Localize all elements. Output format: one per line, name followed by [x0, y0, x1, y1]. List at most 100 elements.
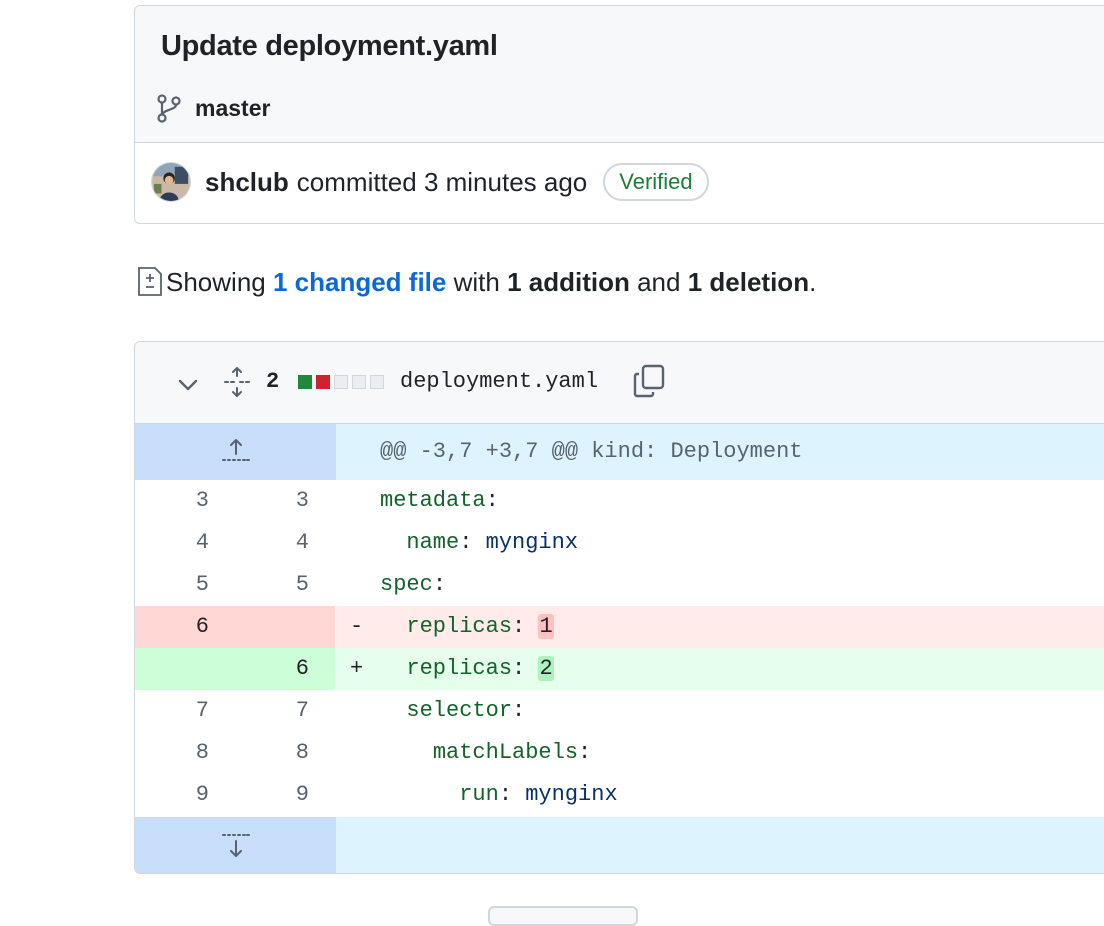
file-header: 2 deployment.yaml [135, 342, 1104, 424]
diff-marker [350, 774, 380, 816]
diff-line-row: 33 metadata: [135, 480, 1104, 522]
unfold-icon[interactable] [223, 366, 251, 398]
new-line-number[interactable]: 5 [235, 564, 335, 606]
file-diff-icon [138, 267, 162, 296]
expand-down-button[interactable] [135, 817, 336, 873]
diffstat-del-block [316, 375, 330, 389]
deletions-count: 1 deletion [687, 266, 810, 297]
new-line-number[interactable] [235, 606, 335, 648]
diff-line-row: 77 selector: [135, 690, 1104, 732]
new-line-number[interactable]: 6 [235, 648, 335, 690]
diff-line-row: 6 + replicas: 2 [135, 648, 1104, 690]
yaml-separator: : [459, 530, 486, 555]
new-line-number[interactable]: 3 [235, 480, 335, 522]
diff-marker [350, 732, 380, 774]
yaml-value: mynginx [485, 530, 579, 555]
author-avatar[interactable] [151, 162, 191, 202]
branch-container[interactable]: master [155, 92, 270, 124]
summary-and: and [637, 266, 681, 297]
code-line: name: mynginx [336, 522, 1104, 564]
code-line: spec: [336, 564, 1104, 606]
yaml-key: metadata [380, 488, 486, 513]
hunk-header-row: @@ -3,7 +3,7 @@ kind: Deployment [135, 424, 1104, 480]
yaml-key: name [406, 530, 460, 555]
summary-prefix: Showing [166, 266, 266, 297]
code-line: + replicas: 2 [336, 648, 1104, 690]
yaml-value: mynginx [525, 782, 618, 807]
old-line-number[interactable]: 6 [135, 606, 235, 648]
chevron-down-icon[interactable] [175, 372, 201, 398]
yaml-separator: : [512, 698, 526, 723]
old-line-number[interactable]: 3 [135, 480, 235, 522]
expand-up-icon [222, 439, 250, 461]
expand-down-bar[interactable] [336, 817, 1104, 873]
diffstat-neutral-block [370, 375, 384, 389]
hunk-header-text: @@ -3,7 +3,7 @@ kind: Deployment [336, 424, 1104, 480]
author-name-link[interactable]: shclub [205, 167, 289, 198]
diff-marker: - [350, 614, 364, 639]
commit-meta: shclub committed 3 minutes ago Verified [151, 160, 709, 204]
yaml-separator: : [512, 656, 539, 681]
old-line-number[interactable]: 4 [135, 522, 235, 564]
commit-title: Update deployment.yaml [161, 30, 498, 62]
yaml-key: selector [406, 698, 513, 723]
diff-line-row: 6 - replicas: 1 [135, 606, 1104, 648]
copy-icon[interactable] [633, 364, 665, 398]
expand-up-button[interactable] [135, 424, 336, 480]
code-line: metadata: [336, 480, 1104, 522]
yaml-key: matchLabels [432, 740, 579, 765]
diff-line-row: 99 run: mynginx [135, 774, 1104, 816]
code-line: selector: [336, 690, 1104, 732]
file-diff: 2 deployment.yaml @@ -3,7 +3,7 @@ kind: … [134, 341, 1104, 874]
new-line-number[interactable]: 8 [235, 732, 335, 774]
next-button-partial[interactable] [488, 906, 638, 926]
yaml-key: run [459, 782, 499, 807]
yaml-key: spec [380, 572, 433, 597]
diff-marker [350, 690, 380, 732]
new-line-number[interactable]: 7 [235, 690, 335, 732]
yaml-separator: : [485, 488, 499, 513]
yaml-key: replicas [406, 614, 513, 639]
expand-down-row [135, 817, 1104, 873]
old-line-number[interactable] [135, 648, 235, 690]
diff-marker [350, 564, 380, 606]
yaml-key: replicas [406, 656, 513, 681]
diffstat-neutral-block [334, 375, 348, 389]
summary-with: with [453, 266, 500, 297]
yaml-separator: : [512, 614, 539, 639]
commit-time: committed 3 minutes ago [296, 166, 588, 197]
old-line-number[interactable]: 7 [135, 690, 235, 732]
new-line-number[interactable]: 4 [235, 522, 335, 564]
old-line-number[interactable]: 5 [135, 564, 235, 606]
additions-count: 1 addition [507, 266, 630, 297]
verified-badge[interactable]: Verified [603, 163, 709, 201]
diffstat-add-block [298, 375, 312, 389]
git-branch-icon [157, 94, 181, 123]
code-line: matchLabels: [336, 732, 1104, 774]
branch-name-link[interactable]: master [195, 95, 270, 122]
diff-marker [350, 522, 380, 564]
yaml-value: 1 [538, 614, 554, 639]
changed-files-link[interactable]: 1 changed file [273, 267, 446, 298]
diffstat [298, 375, 388, 389]
change-count: 2 [266, 369, 280, 394]
diffstat-neutral-block [352, 375, 366, 389]
old-line-number[interactable]: 9 [135, 774, 235, 816]
code-line: run: mynginx [336, 774, 1104, 816]
commit-header: Update deployment.yaml master shclub com… [134, 5, 1104, 224]
file-name-link[interactable]: deployment.yaml [400, 366, 598, 398]
yaml-separator: : [578, 740, 592, 765]
diff-summary: Showing 1 changed file with 1 addition a… [136, 264, 816, 300]
new-line-number[interactable]: 9 [235, 774, 335, 816]
yaml-separator: : [498, 782, 526, 807]
yaml-value: 2 [538, 656, 554, 681]
old-line-number[interactable]: 8 [135, 732, 235, 774]
code-line: - replicas: 1 [336, 606, 1104, 648]
diff-marker: + [350, 656, 364, 681]
commit-title-area: Update deployment.yaml master [135, 6, 1104, 143]
expand-down-icon [222, 834, 250, 857]
